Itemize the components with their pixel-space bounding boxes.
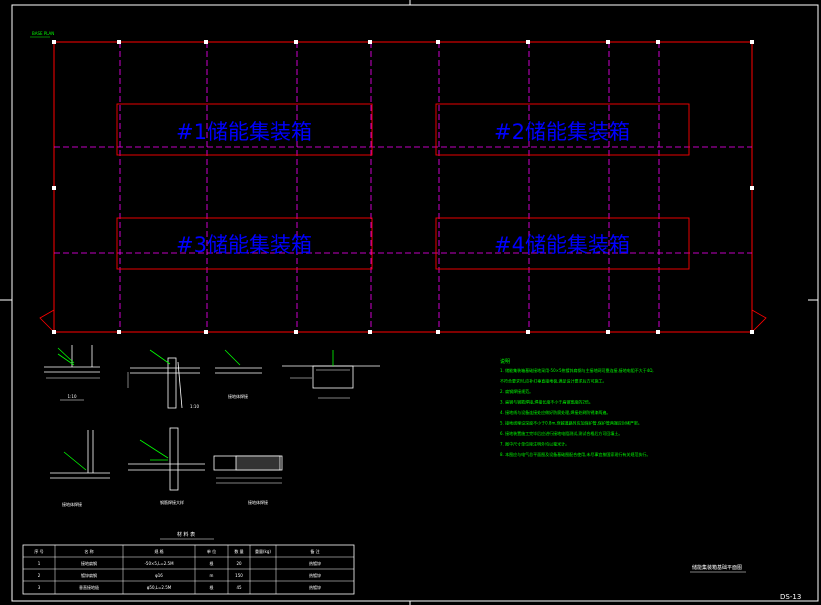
detail-2-label: 1:10	[190, 404, 199, 409]
container-3-label: #3储能集装箱	[176, 233, 312, 257]
table-cell: 热镀锌	[309, 572, 321, 578]
table-header-cell: 序 号	[34, 548, 43, 554]
table-cell: 垂直接地极	[79, 584, 99, 590]
detail-7: 接地体焊接	[213, 455, 283, 505]
notes-line: 6. 接地装置施工完毕后应进行接地电阻测试,测试合格后方可回填土。	[500, 430, 622, 436]
notes-title: 说明	[500, 358, 510, 365]
drawing-border	[11, 4, 819, 602]
foundation-outline	[53, 41, 753, 333]
table-header-cell: 名 称	[84, 548, 93, 554]
notes-lines: 1. 储能集装箱基础接地采用-50×5热镀锌扁钢与主接地网可靠连接,接地电阻不大…	[500, 367, 654, 457]
container-2-label: #2储能集装箱	[494, 120, 630, 144]
table-cell: 1	[38, 561, 41, 566]
detail-3: 接地体焊接	[215, 349, 262, 399]
grounding-grid	[54, 42, 752, 332]
table-cell: 150	[235, 573, 243, 578]
drawing-caption: 储能集装箱基础平面图	[692, 564, 742, 571]
table-title: 材 料 表	[177, 531, 195, 538]
detail-1-label: 1:10	[68, 394, 77, 399]
table-header-cell: 数 量	[234, 548, 243, 554]
detail-7-label: 接地体焊接	[248, 499, 268, 505]
corner-label: BASE PLAN	[32, 31, 54, 36]
left-slope	[39, 309, 55, 333]
table-cell: 接地扁钢	[81, 560, 97, 566]
grid-nodes	[52, 40, 754, 334]
table-cell: -50×5,L=2.5M	[144, 561, 174, 566]
table-cell: 根	[210, 560, 214, 566]
container-1-label: #1储能集装箱	[176, 120, 312, 144]
notes-line: 7. 图中尺寸单位除注明外均以毫米计。	[500, 441, 569, 447]
table-header-cell: 规 格	[154, 548, 163, 554]
table-cell: 根	[210, 584, 214, 590]
right-slope	[751, 309, 767, 333]
table-header-cell: 备 注	[310, 548, 319, 554]
detail-5: 接地体焊接	[50, 430, 110, 507]
detail-2: 1:10	[127, 349, 200, 409]
table-cell: 热镀锌	[309, 560, 321, 566]
notes-line: 2. 扁钢焊接规范。	[500, 388, 533, 394]
detail-1: 1:10	[44, 345, 100, 401]
container-4-label: #4储能集装箱	[494, 233, 630, 257]
table-cell: 2	[38, 573, 41, 578]
sheet-number: DS-13	[780, 593, 801, 601]
detail-5-label: 接地体焊接	[62, 501, 82, 507]
detail-6: 钢筋焊接大样	[128, 427, 205, 505]
table-cell: φ50,L=2.5M	[147, 585, 172, 590]
notes-line: 1. 储能集装箱基础接地采用-50×5热镀锌扁钢与主接地网可靠连接,接地电阻不大…	[500, 367, 654, 373]
table-cell: 45	[236, 585, 242, 590]
table-cell: 热镀锌	[309, 584, 321, 590]
table-cell: m	[210, 573, 214, 578]
detail-3-label: 接地体焊接	[228, 393, 248, 399]
table-header-cell: 单 位	[207, 548, 216, 554]
detail-4-section	[282, 350, 380, 399]
table-cell: φ16	[155, 573, 163, 578]
cad-drawing: BASE PLAN #1储能集装箱 #2储能集装箱 #3储能集装箱 #4储能集装…	[0, 0, 819, 605]
table-cell: 20	[236, 561, 242, 566]
notes-line: 4. 接地线与设备连接处应做好防腐处理,焊接处刷防锈漆两遍。	[500, 409, 610, 415]
table-cell: 镀锌扁钢	[81, 572, 97, 578]
table-header-cell: 重量(kg)	[255, 548, 271, 554]
notes-line: 5. 接地线埋设深度不小于0.8m,穿越道路时应加保护管,保护管两端应封堵严密。	[500, 420, 642, 426]
notes-line: 3. 扁钢与钢筋焊接,焊接长度不小于扁钢宽度的2倍。	[500, 399, 593, 405]
notes-line: 不符合要求时,应补打垂直接地极,满足设计要求后方可施工。	[500, 378, 607, 384]
detail-6-label: 钢筋焊接大样	[160, 499, 184, 505]
container-3: #3储能集装箱	[116, 217, 373, 270]
notes-block: 说明 1. 储能集装箱基础接地采用-50×5热镀锌扁钢与主接地网可靠连接,接地电…	[500, 358, 654, 457]
notes-line: 8. 本图应与电气总平面图及设备基础图配合使用,未尽事宜按国家现行有关规范执行。	[500, 451, 650, 457]
table-cell: 3	[38, 585, 41, 590]
material-table: 材 料 表 序 号 名 称 规 格 单 位 数 量 重量(kg) 备 注 1 接地扁钢 -50×5…	[22, 531, 355, 595]
container-4: #4储能集装箱	[435, 217, 690, 270]
